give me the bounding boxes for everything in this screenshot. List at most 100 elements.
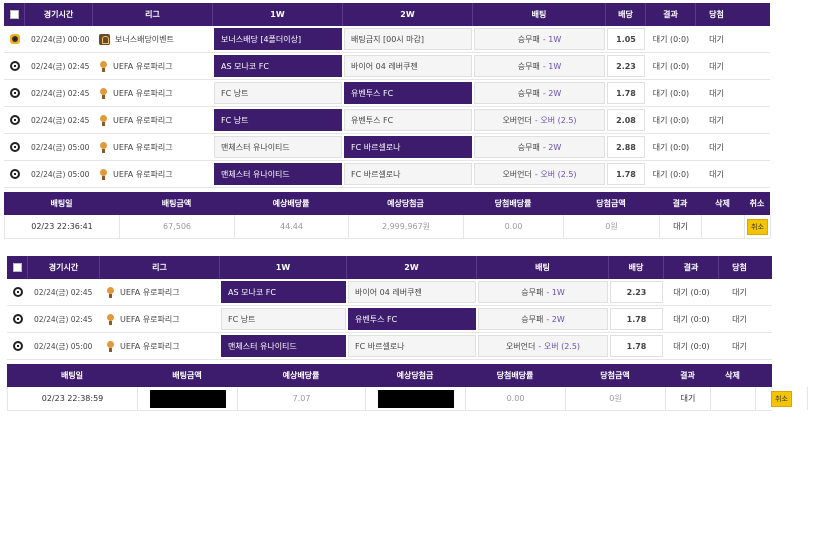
select-all-cell[interactable] [4, 3, 25, 26]
summary-header-result: 결과 [672, 199, 688, 208]
odds-value: 2.88 [607, 136, 645, 158]
header-odds: 배당 [606, 3, 646, 26]
bonus-icon [9, 34, 20, 44]
summary-header-cancel: 취소 [749, 199, 765, 208]
delete-cell [711, 387, 756, 410]
match-time: 02/24(금) 05:00 [34, 341, 93, 351]
win-status: 대기 [709, 142, 724, 152]
bet-label: 오버언더 [502, 115, 532, 125]
home-team-cell[interactable]: FC 낭트 [221, 308, 346, 330]
expected-odds: 7.07 [238, 387, 366, 410]
result-status: 대기 (0:0) [673, 314, 710, 324]
uefa-icon [106, 313, 115, 325]
summary-header: 배팅일 배팅금액 예상배당률 예상당첨금 당첨배당률 당첨금액 결과 삭제 취소 [4, 192, 770, 215]
bet-row: 02/24(금) 05:00 UEFA 유로파리그 맨체스터 유나이티드 FC … [7, 333, 772, 360]
match-time: 02/24(금) 02:45 [31, 61, 90, 71]
away-team-cell[interactable]: FC 바르셀로나 [344, 163, 472, 185]
slip-header: 경기시간 리그 1W 2W 배팅 배당 결과 당첨 [4, 3, 770, 26]
league-cell: UEFA 유로파리그 [93, 53, 213, 79]
soccer-ball-icon [12, 314, 23, 324]
uefa-icon [99, 141, 108, 153]
header-league: 리그 [100, 256, 220, 279]
home-team-cell[interactable]: 맨체스터 유나이티드 [214, 163, 342, 185]
bet-type-cell: 승무패 - 2W [474, 136, 605, 158]
home-team-cell[interactable]: 맨체스터 유나이티드 [221, 335, 346, 357]
bet-type-cell: 승무패 - 2W [478, 308, 608, 330]
home-team-cell[interactable]: AS 모나코 FC [214, 55, 342, 77]
select-all-cell[interactable] [7, 256, 28, 279]
expected-odds: 44.44 [235, 215, 349, 238]
cancel-button[interactable]: 취소 [771, 390, 792, 407]
soccer-ball-icon [9, 61, 20, 71]
win-status: 대기 [732, 314, 747, 324]
bet-amount: 67,506 [120, 215, 235, 238]
league-cell: UEFA 유로파리그 [93, 80, 213, 106]
delete-cell [702, 215, 745, 238]
league-name: UEFA 유로파리그 [113, 169, 173, 179]
bet-type-cell: 승무패 - 2W [474, 82, 605, 104]
home-team-cell[interactable]: FC 낭트 [214, 82, 342, 104]
odds-value: 1.05 [607, 28, 645, 50]
header-odds: 배당 [609, 256, 664, 279]
header-home: 1W [220, 256, 347, 279]
bet-type-cell: 승무패 - 1W [478, 281, 608, 303]
summary-header-win-amount: 당첨금액 [596, 199, 626, 208]
away-team-cell[interactable]: FC 바르셀로나 [348, 335, 476, 357]
header-away: 2W [343, 3, 473, 26]
bet-row: 02/24(금) 02:45 UEFA 유로파리그 AS 모나코 FC 바이어 … [7, 279, 772, 306]
header-win: 당첨 [732, 263, 747, 272]
result-status: 대기 (0:0) [652, 34, 690, 44]
away-team-cell[interactable]: 바이어 04 레버쿠젠 [344, 55, 472, 77]
home-team-cell[interactable]: AS 모나코 FC [221, 281, 346, 303]
cancel-cell: 취소 [745, 215, 771, 238]
away-team-cell[interactable]: 유벤투스 FC [344, 82, 472, 104]
header-time: 경기시간 [25, 3, 93, 26]
bet-pick: 오버 (2.5) [543, 341, 581, 351]
away-team-cell[interactable]: 유벤투스 FC [344, 109, 472, 131]
soccer-ball-icon [9, 88, 20, 98]
cancel-button[interactable]: 취소 [747, 218, 768, 235]
away-team-cell[interactable]: 배팅금지 [00시 마감] [344, 28, 472, 50]
summary-header-delete: 삭제 [725, 371, 740, 380]
bet-pick: 오버 (2.5) [540, 169, 577, 179]
summary-header-expected-odds: 예상배당률 [272, 199, 310, 208]
header-league: 리그 [93, 3, 213, 26]
league-cell: UEFA 유로파리그 [93, 107, 213, 133]
home-team-cell[interactable]: 보너스배당 [4폴더이상] [214, 28, 342, 50]
select-all-checkbox[interactable] [12, 263, 22, 272]
result-status: 대기 (0:0) [652, 88, 690, 98]
summary-header: 배팅일 배팅금액 예상배당률 예상당첨금 당첨배당률 당첨금액 결과 삭제 취소 [7, 364, 788, 387]
bet-row: 02/24(금) 00:00 보너스배당이벤트 보너스배당 [4폴더이상] 배팅… [4, 26, 770, 53]
away-team-cell[interactable]: 유벤투스 FC [348, 308, 476, 330]
summary-result: 대기 [660, 215, 702, 238]
soccer-ball-icon [12, 341, 23, 351]
bet-pick: 2W [548, 88, 562, 98]
bet-type-cell: 오버언더 - 오버 (2.5) [474, 163, 605, 185]
win-status: 대기 [709, 169, 724, 179]
win-status: 대기 [709, 34, 724, 44]
bet-label: 승무패 [517, 142, 540, 152]
league-name: UEFA 유로파리그 [120, 287, 180, 297]
bet-label: 승무패 [521, 314, 544, 324]
header-bet: 배팅 [477, 256, 609, 279]
away-team-cell[interactable]: FC 바르셀로나 [344, 136, 472, 158]
win-odds: 0.00 [466, 387, 566, 410]
bet-slip-2: 경기시간 리그 1W 2W 배팅 배당 결과 당첨 02/24(금) 02:45… [7, 256, 808, 411]
cancel-cell: 취소 [756, 387, 808, 410]
win-odds: 0.00 [464, 215, 564, 238]
win-status: 대기 [732, 287, 747, 297]
bet-type-cell: 오버언더 - 오버 (2.5) [474, 109, 605, 131]
home-team-cell[interactable]: FC 낭트 [214, 109, 342, 131]
home-team-cell[interactable]: 맨체스터 유나이티드 [214, 136, 342, 158]
away-team-cell[interactable]: 바이어 04 레버쿠젠 [348, 281, 476, 303]
odds-value: 2.23 [607, 55, 645, 77]
select-all-checkbox[interactable] [9, 10, 19, 19]
bet-label: 승무패 [517, 88, 540, 98]
soccer-ball-icon [9, 115, 20, 125]
bet-label: 승무패 [521, 287, 544, 297]
win-status: 대기 [709, 88, 724, 98]
result-status: 대기 (0:0) [673, 287, 710, 297]
match-time: 02/24(금) 05:00 [31, 142, 90, 152]
summary-result: 대기 [666, 387, 711, 410]
match-time: 02/24(금) 02:45 [31, 115, 90, 125]
